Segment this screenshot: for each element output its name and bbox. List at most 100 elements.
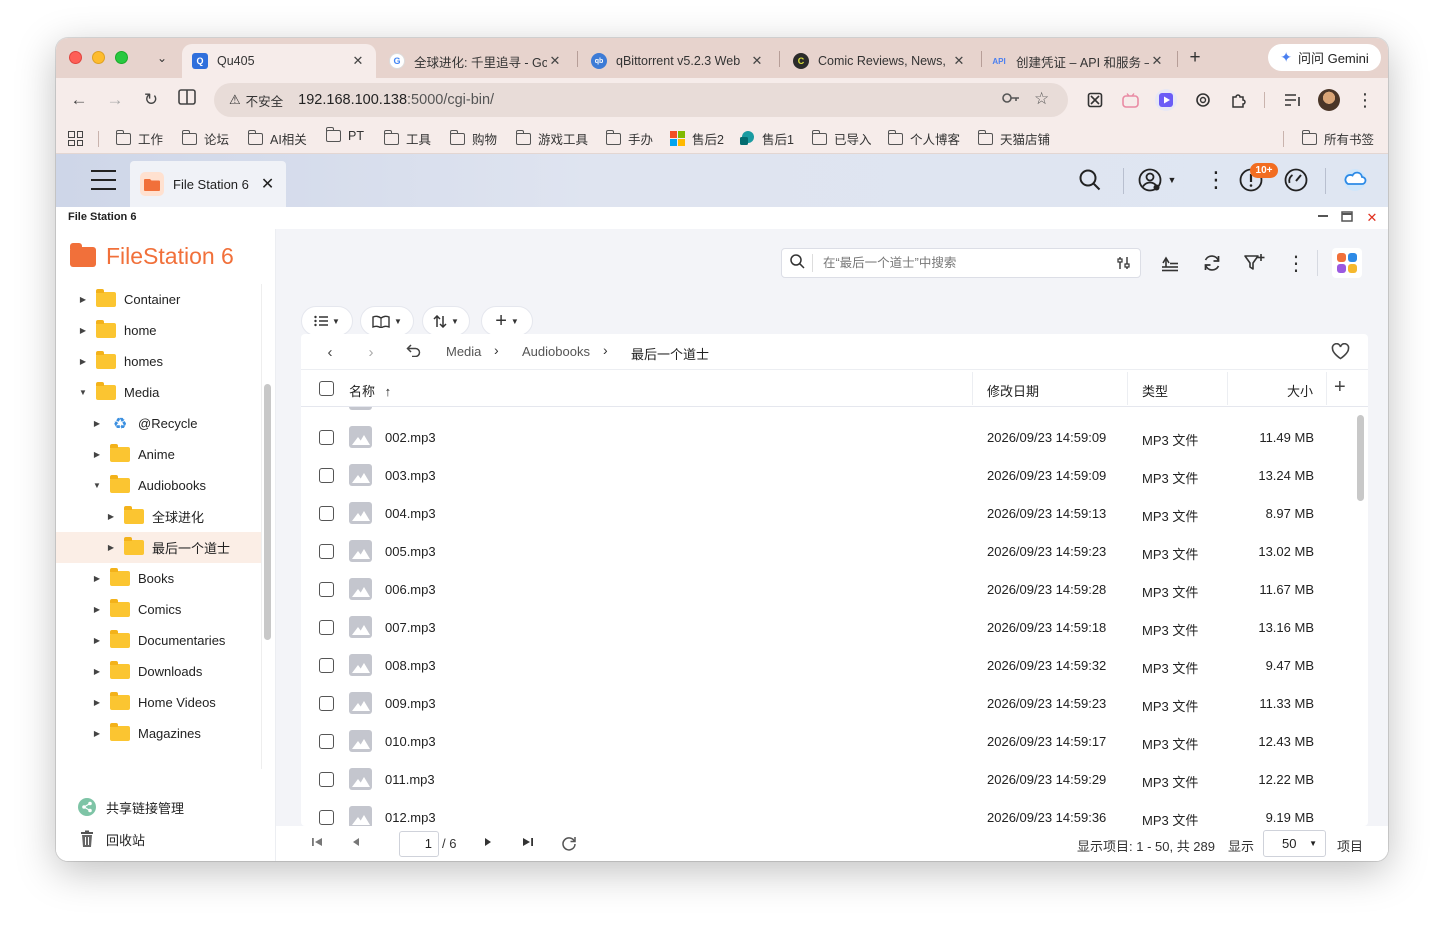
search-icon[interactable]: [1077, 167, 1103, 193]
table-row[interactable]: 009.mp3 2026/09/23 14:59:23 MP3 文件 11.33 MB: [301, 684, 1351, 722]
table-row[interactable]: 007.mp3 2026/09/23 14:59:18 MP3 文件 13.16 MB: [301, 608, 1351, 646]
tree-item[interactable]: ▶ Downloads: [56, 656, 261, 687]
column-divider[interactable]: [1127, 372, 1128, 405]
filter-add-icon[interactable]: [1242, 251, 1266, 275]
bookmark-folder-ai[interactable]: AI相关: [247, 129, 307, 148]
tab-close-icon[interactable]: ✕: [350, 53, 366, 69]
browser-menu-kebab-icon[interactable]: ⋮: [1354, 89, 1376, 111]
extension-player-icon[interactable]: [1155, 89, 1177, 111]
row-checkbox[interactable]: [319, 734, 334, 749]
bookmark-star-icon[interactable]: ☆: [1034, 89, 1049, 109]
tab-comicvine[interactable]: C Comic Reviews, News, ✕: [783, 44, 977, 78]
breadcrumb-item[interactable]: Media: [446, 344, 481, 359]
bookmark-folder-shopping[interactable]: 购物: [449, 129, 497, 148]
app-tab-close-icon[interactable]: ✕: [261, 174, 274, 194]
new-tab-plus-icon[interactable]: +: [1184, 47, 1206, 69]
app-tab-file-station[interactable]: File Station 6 ✕: [130, 161, 286, 207]
bookmark-aftersales-2[interactable]: 售后2: [670, 129, 724, 148]
security-chip[interactable]: ⚠ 不安全: [220, 88, 292, 112]
background-tasks-icon[interactable]: [1158, 251, 1182, 275]
tree-item[interactable]: ▶ Documentaries: [56, 625, 261, 656]
extension-openai-icon[interactable]: [1192, 89, 1214, 111]
table-row[interactable]: 012.mp3 2026/09/23 14:59:36 MP3 文件 9.19 MB: [301, 798, 1351, 826]
bookmark-folder-imported[interactable]: 已导入: [811, 129, 872, 148]
table-row[interactable]: 004.mp3 2026/09/23 14:59:13 MP3 文件 8.97 MB: [301, 494, 1351, 532]
row-checkbox[interactable]: [319, 620, 334, 635]
window-minimize-button[interactable]: [92, 51, 105, 64]
password-key-icon[interactable]: [1002, 91, 1020, 109]
column-divider[interactable]: [1227, 372, 1228, 405]
tab-qbittorrent[interactable]: qb qBittorrent v5.2.3 Web ✕: [581, 44, 775, 78]
last-page-icon[interactable]: [519, 835, 537, 853]
bookmark-folder-blog[interactable]: 个人博客: [887, 129, 960, 148]
favorite-heart-icon[interactable]: [1331, 342, 1350, 365]
tab-close-icon[interactable]: ✕: [547, 53, 563, 69]
tab-qu405[interactable]: Q Qu405 ✕: [182, 44, 376, 78]
tree-item[interactable]: ▶ home: [56, 315, 261, 346]
address-bar[interactable]: ⚠ 不安全 192.168.100.138:5000/cgi-bin/ ☆: [214, 83, 1068, 117]
caret-right-icon[interactable]: ▶: [92, 667, 102, 676]
tab-close-icon[interactable]: ✕: [1149, 53, 1165, 69]
caret-right-icon[interactable]: ▶: [78, 326, 88, 335]
row-checkbox[interactable]: [319, 810, 334, 825]
extensions-puzzle-icon[interactable]: [1228, 89, 1250, 111]
back-arrow-icon[interactable]: ←: [68, 89, 90, 111]
profile-avatar[interactable]: [1318, 89, 1340, 111]
tab-search-chevron-icon[interactable]: ⌄: [152, 48, 172, 68]
resource-monitor-gauge-icon[interactable]: [1283, 167, 1309, 193]
bookmark-folder-tools[interactable]: 工具: [383, 129, 431, 148]
back-chevron-icon[interactable]: ‹: [320, 343, 340, 363]
row-checkbox[interactable]: [319, 506, 334, 521]
table-row[interactable]: 008.mp3 2026/09/23 14:59:32 MP3 文件 9.47 MB: [301, 646, 1351, 684]
first-page-icon[interactable]: [308, 835, 326, 853]
tab-api-credentials[interactable]: API 创建凭证 – API 和服务 – ✕: [981, 44, 1175, 78]
restore-icon[interactable]: [1339, 210, 1355, 226]
row-checkbox[interactable]: [319, 468, 334, 483]
advanced-search-sliders-icon[interactable]: [1117, 256, 1130, 273]
list-view-toggle[interactable]: ▼: [301, 306, 353, 336]
user-dropdown-chevron-icon[interactable]: ▼: [1165, 167, 1179, 193]
bookmark-aftersales-1[interactable]: 售后1: [740, 129, 794, 148]
table-row[interactable]: 003.mp3 2026/09/23 14:59:09 MP3 文件 13.24 MB: [301, 456, 1351, 494]
refresh-icon[interactable]: [1200, 251, 1224, 275]
table-row[interactable]: 002.mp3 2026/09/23 14:59:09 MP3 文件 11.49 MB: [301, 418, 1351, 456]
table-row[interactable]: 011.mp3 2026/09/23 14:59:29 MP3 文件 12.22 MB: [301, 760, 1351, 798]
page-number-input[interactable]: 1: [399, 831, 439, 857]
main-menu-hamburger-icon[interactable]: [91, 170, 116, 190]
tree-item[interactable]: ▼ Audiobooks: [56, 470, 261, 501]
options-kebab-icon[interactable]: ⋮: [1203, 167, 1229, 193]
table-row[interactable]: 010.mp3 2026/09/23 14:59:17 MP3 文件 12.43 MB: [301, 722, 1351, 760]
caret-right-icon[interactable]: ▶: [92, 636, 102, 645]
tab-google-search[interactable]: G 全球进化: 千里追寻 - Go ✕: [379, 44, 573, 78]
table-row[interactable]: 005.mp3 2026/09/23 14:59:23 MP3 文件 13.02 MB: [301, 532, 1351, 570]
caret-right-icon[interactable]: ▶: [78, 357, 88, 366]
caret-right-icon[interactable]: ▶: [92, 574, 102, 583]
tree-item[interactable]: ▶ Anime: [56, 439, 261, 470]
tab-close-icon[interactable]: ✕: [749, 53, 765, 69]
row-checkbox[interactable]: [319, 544, 334, 559]
tree-item[interactable]: ▼ Media: [56, 377, 261, 408]
tree-item[interactable]: ▶ 全球进化: [56, 501, 261, 532]
column-type[interactable]: 类型: [1142, 381, 1168, 400]
share-link-management-link[interactable]: 共享链接管理: [56, 791, 276, 823]
tree-item[interactable]: ▶ 最后一个道士: [56, 532, 261, 563]
search-input[interactable]: [823, 256, 1113, 270]
row-checkbox[interactable]: [319, 696, 334, 711]
tree-scrollbar[interactable]: [264, 384, 271, 640]
bookmark-folder-game-tools[interactable]: 游戏工具: [515, 129, 588, 148]
caret-right-icon[interactable]: ▶: [106, 512, 116, 521]
column-size[interactable]: 大小: [1287, 381, 1313, 400]
bookmark-folder-work[interactable]: 工作: [115, 129, 163, 148]
app-switcher-grid-icon[interactable]: [1332, 248, 1362, 278]
apps-grid-icon[interactable]: [68, 131, 83, 146]
column-name[interactable]: 名称 ↑: [349, 381, 391, 400]
preview-panel-toggle[interactable]: ▼: [360, 306, 414, 336]
extension-bilibili-icon[interactable]: [1119, 89, 1141, 111]
tab-close-icon[interactable]: ✕: [951, 53, 967, 69]
reading-mode-icon[interactable]: [176, 89, 198, 111]
recycle-bin-link[interactable]: 回收站: [56, 823, 276, 855]
caret-right-icon[interactable]: ▶: [92, 698, 102, 707]
ask-gemini-button[interactable]: ✦ 问问 Gemini: [1268, 44, 1381, 71]
tree-item[interactable]: ▶ homes: [56, 346, 261, 377]
bookmark-folder-tmall[interactable]: 天猫店铺: [977, 129, 1050, 148]
